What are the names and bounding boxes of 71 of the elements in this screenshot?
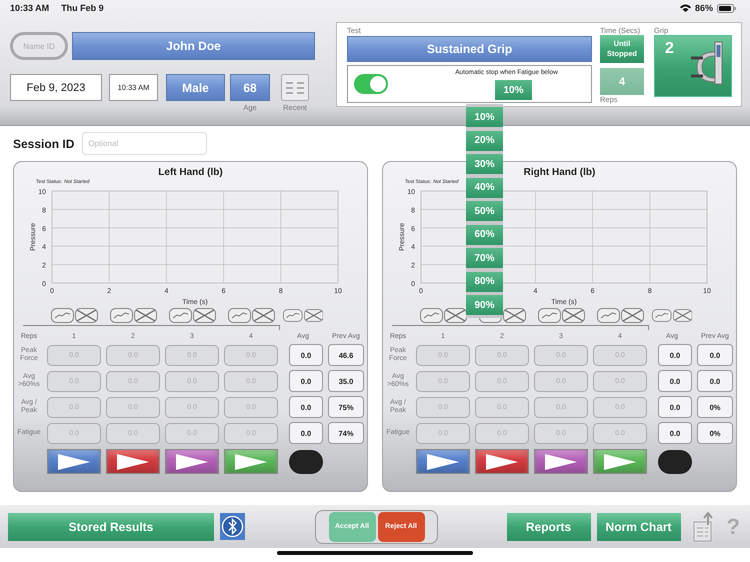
play-icon [233,452,269,470]
graph-icon[interactable] [283,308,302,323]
reps-button[interactable]: 4 [600,68,644,95]
graph-delete-icon[interactable] [134,308,156,323]
graph-icon[interactable] [110,308,132,323]
session-id-label: Session ID [13,136,74,150]
graph-delete-icon[interactable] [252,308,274,323]
reports-button[interactable]: Reports [506,512,591,540]
graph-delete-icon[interactable] [502,308,526,323]
norm-chart-button[interactable]: Norm Chart [596,512,681,540]
sex-button[interactable]: Male [166,74,225,101]
status-time: 10:33 AM [10,3,50,13]
play-button[interactable] [475,449,529,474]
test-button[interactable]: Sustained Grip [347,36,592,62]
fatigue-select[interactable]: 10% [495,80,532,100]
wifi-icon [680,4,691,12]
play-button[interactable] [165,449,219,474]
stop-button[interactable] [658,450,692,474]
battery-icon [717,4,736,12]
play-icon [425,452,461,470]
patient-name-button[interactable]: John Doe [72,32,315,60]
play-icon [56,452,92,470]
graph-icon[interactable] [420,308,442,323]
play-button[interactable] [534,449,588,474]
graph-icon[interactable] [652,308,672,323]
dropdown-option[interactable]: 50% [466,201,503,221]
age-button[interactable]: 68 [230,74,270,101]
dropdown-option[interactable]: 70% [466,248,503,268]
play-button[interactable] [47,449,101,474]
graph-delete-icon[interactable] [620,308,644,323]
bluetooth-icon[interactable] [220,513,245,540]
play-icon [602,452,638,470]
graph-icon[interactable] [168,308,192,323]
date-field[interactable]: Feb 9, 2023 [10,74,102,101]
play-icon [484,452,520,470]
dropdown-option[interactable]: 10% [466,107,503,127]
help-icon[interactable]: ? [726,514,740,540]
play-button[interactable] [593,449,647,474]
graph-icon[interactable] [538,308,560,323]
dropdown-option[interactable]: 90% [466,295,503,315]
play-icon [543,452,579,470]
play-icon [115,452,151,470]
graph-delete-icon[interactable] [74,308,98,323]
grip-button[interactable]: 2 [654,35,732,97]
play-button[interactable] [224,449,278,474]
list-icon[interactable] [281,74,309,101]
dropdown-option[interactable]: 30% [466,154,503,174]
graph-delete-icon[interactable] [672,308,692,323]
battery-percent: 86% [694,3,713,13]
dropdown-option[interactable]: 60% [466,224,503,244]
graph-delete-icon[interactable] [192,308,216,323]
graph-delete-icon[interactable] [304,308,323,323]
session-id-field[interactable]: Optional [82,132,208,155]
dropdown-option[interactable]: 80% [466,272,503,292]
panel-title: Left Hand (lb) [157,167,224,178]
name-id-button[interactable]: Name ID [10,32,68,60]
toggle-switch[interactable] [354,74,388,94]
panel-title: Right Hand (lb) [522,167,596,178]
graph-delete-icon[interactable] [562,308,584,323]
graph-icon[interactable] [596,308,620,323]
graph-icon[interactable] [50,308,74,323]
stop-button[interactable] [289,450,323,474]
graph-icon[interactable] [228,308,250,323]
play-icon [174,452,210,470]
play-button[interactable] [106,449,160,474]
status-date: Thu Feb 9 [61,3,104,13]
dropdown-option[interactable]: 20% [466,130,503,150]
dropdown-option[interactable]: 40% [466,178,503,198]
stored-results-button[interactable]: Stored Results [8,512,214,540]
graph-delete-icon[interactable] [444,308,466,323]
play-button[interactable] [416,449,470,474]
